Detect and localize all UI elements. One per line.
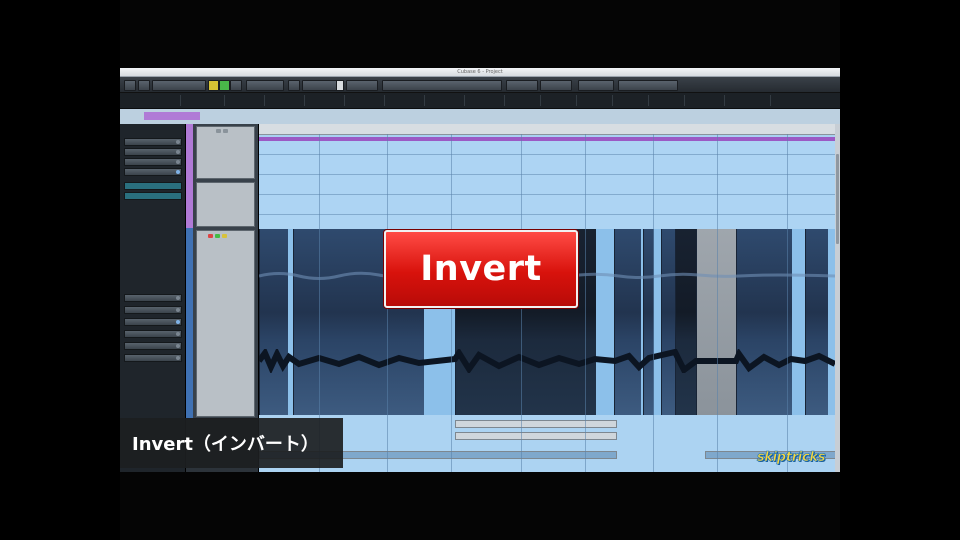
lane-divider [259,194,835,195]
inspector-row[interactable] [124,318,182,326]
toolbar-button[interactable] [230,80,242,91]
info-field[interactable] [504,95,535,106]
subtitle-caption: Invert（インバート） [120,418,343,468]
tool-buttons[interactable] [382,80,502,91]
automation-part[interactable] [455,432,617,440]
caption-text: Invert（インバート） [132,434,319,455]
monitor-icon[interactable] [215,234,220,238]
toolbar-button[interactable] [346,80,378,91]
lane-divider [259,214,835,215]
toolbar-dropdown[interactable] [246,80,284,91]
info-field[interactable] [384,95,421,106]
toolbar-button[interactable] [219,80,230,91]
skiptricks-logo: skiptricks [745,446,837,468]
edit-icon[interactable] [222,234,227,238]
info-field[interactable] [344,95,381,106]
record-icon[interactable] [208,234,213,238]
vertical-scrollbar[interactable] [835,124,840,472]
info-field[interactable] [464,95,501,106]
toolbar-button[interactable] [506,80,538,91]
inspector-row[interactable] [124,158,182,166]
lane-divider [259,174,835,175]
toolbar [120,77,840,93]
scrollbar-thumb[interactable] [836,154,839,244]
audio-event[interactable] [614,229,641,415]
automation-part[interactable] [455,420,617,428]
overview-viewport[interactable] [144,112,200,120]
info-field[interactable] [724,95,765,106]
grid-line [585,134,586,472]
info-field[interactable] [648,95,679,106]
waveform [259,349,835,373]
lane-divider [259,154,835,155]
mute-icon[interactable] [216,129,221,133]
inspector-row[interactable] [124,294,182,302]
inspector-row[interactable] [124,168,182,176]
grid-line [717,134,718,472]
inspector-row[interactable] [124,182,182,190]
toolbar-dropdown[interactable] [152,80,206,91]
info-field[interactable] [264,95,301,106]
info-field[interactable] [304,95,341,106]
track-header-audio[interactable] [186,228,258,419]
info-field[interactable] [224,95,261,106]
track-header-midi[interactable] [186,124,258,181]
logo-text: skiptricks [756,449,826,465]
window-title-bar: Cubase 6 - Project [120,68,840,77]
project-overview[interactable] [120,109,840,124]
inspector-row[interactable] [124,138,182,146]
info-field[interactable] [576,95,607,106]
snap-dropdown[interactable] [578,80,614,91]
solo-icon[interactable] [223,129,228,133]
invert-title: Invert [420,249,542,289]
toolbar-button[interactable] [288,80,300,91]
toolbar-dropdown[interactable] [540,80,572,91]
info-field[interactable] [180,95,221,106]
inspector-row[interactable] [124,192,182,200]
audio-event[interactable] [259,229,288,415]
info-field[interactable] [770,95,831,106]
audio-event[interactable] [805,229,828,415]
timeline-ruler[interactable] [259,124,835,135]
grid-line [787,134,788,472]
inspector-row[interactable] [124,330,182,338]
quantize-dropdown[interactable] [618,80,678,91]
toolbar-button[interactable] [124,80,136,91]
invert-tool-overlay: Invert [384,230,578,308]
info-line [120,93,840,109]
window-title: Cubase 6 - Project [457,69,503,75]
audio-event[interactable] [675,229,698,415]
info-field[interactable] [612,95,643,106]
info-field[interactable] [540,95,571,106]
info-field[interactable] [424,95,461,106]
toolbar-button[interactable] [208,80,219,91]
play-icon[interactable] [336,80,344,91]
audio-event[interactable] [661,229,676,415]
grid-line [653,134,654,472]
toolbar-button[interactable] [138,80,150,91]
inspector-row[interactable] [124,342,182,350]
inspector-row[interactable] [124,354,182,362]
inspector-row[interactable] [124,148,182,156]
info-field[interactable] [684,95,719,106]
track-header-instrument[interactable] [186,180,258,229]
audio-event[interactable] [736,229,792,415]
inspector-row[interactable] [124,306,182,314]
